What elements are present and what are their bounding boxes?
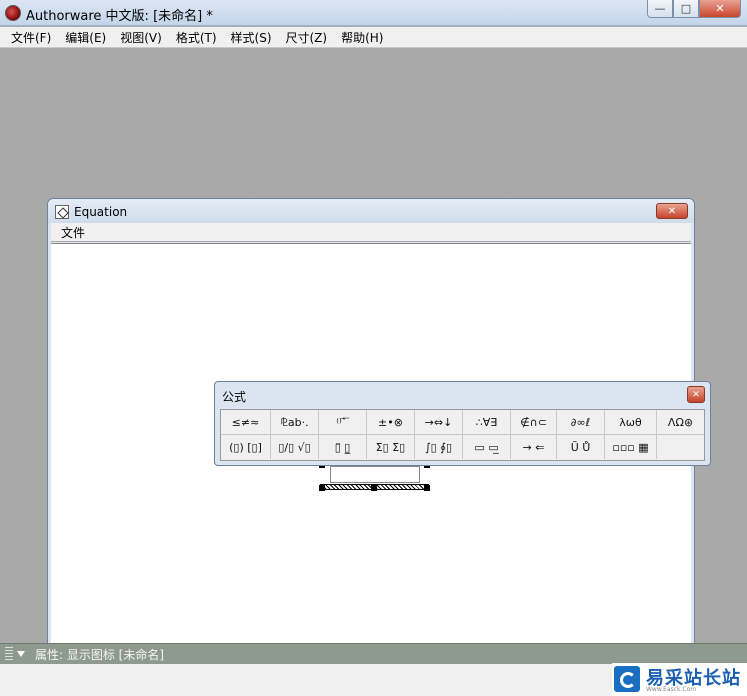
matrix-templates-button[interactable]: ▫▫▫ ▦ [605,435,657,459]
menu-style[interactable]: 样式(S) [224,29,279,46]
arrow-symbols-button[interactable]: →⇔↓ [415,410,463,434]
resize-handle[interactable] [424,485,430,491]
window-controls: — □ ✕ [647,0,741,18]
relational-symbols-button[interactable]: ≤≠≈ [221,410,271,434]
greek-uppercase-button[interactable]: ΛΩ⊛ [657,410,704,434]
equation-titlebar[interactable]: Equation ✕ [48,199,694,223]
properties-label: 属性: 显示图标 [未命名] [35,647,165,662]
embellishments-button[interactable]: ⁽⁾ ⃗ ⃛ [319,410,367,434]
formula-palette: 公式 ✕ ≤≠≈ ⅊ab·. ⁽⁾ ⃗ ⃛ ±•⊗ →⇔↓ ∴∀∃ ∉∩⊂ ∂∞… [214,381,711,466]
menu-help[interactable]: 帮助(H) [334,29,390,46]
watermark-subtext: Www.Easck.Com [646,686,697,693]
greek-lowercase-button[interactable]: λωθ [605,410,657,434]
palette-template-row: (▯) [▯] ▯/▯ √▯ ▯̈ ▯̲ Σ▯ Σ▯ ∫▯ ∮▯ ▭ ▭̲ → … [221,435,704,460]
menu-size[interactable]: 尺寸(Z) [279,29,335,46]
summation-templates-button[interactable]: Σ▯ Σ▯ [367,435,415,459]
resize-handle[interactable] [371,485,377,491]
operator-symbols-button[interactable]: ±•⊗ [367,410,415,434]
collapse-triangle-icon[interactable] [17,651,25,657]
site-watermark: 易采站长站 Www.Easck.Com [612,663,747,696]
close-button[interactable]: ✕ [699,0,741,18]
maximize-button[interactable]: □ [673,0,699,18]
integral-templates-button[interactable]: ∫▯ ∮▯ [415,435,463,459]
formula-slot[interactable] [330,466,420,483]
fraction-radical-templates-button[interactable]: ▯/▯ √▯ [271,435,319,459]
properties-panel-header[interactable]: 属性: 显示图标 [未命名] [0,643,747,664]
watermark-logo-icon [614,666,640,692]
drag-grip-icon[interactable] [5,647,13,661]
equation-app-icon [55,205,69,219]
products-set-templates-button[interactable]: Ũ Ů [557,435,605,459]
palette-title: 公式 [222,390,247,404]
authorware-app-icon [5,5,21,21]
equation-title: Equation [74,205,128,219]
set-theory-symbols-button[interactable]: ∉∩⊂ [511,410,557,434]
menu-edit[interactable]: 编辑(E) [58,29,113,46]
resize-handle[interactable] [319,485,325,491]
underbar-overbar-templates-button[interactable]: ▭ ▭̲ [463,435,511,459]
main-menubar: 文件(F) 编辑(E) 视图(V) 格式(T) 样式(S) 尺寸(Z) 帮助(H… [0,27,747,48]
menu-file[interactable]: 文件(F) [4,29,58,46]
equation-menu-file[interactable]: 文件 [61,224,85,241]
palette-symbol-row: ≤≠≈ ⅊ab·. ⁽⁾ ⃗ ⃛ ±•⊗ →⇔↓ ∴∀∃ ∉∩⊂ ∂∞ℓ λωθ… [221,410,704,435]
menu-format[interactable]: 格式(T) [169,29,224,46]
formula-editing-box[interactable] [319,462,430,491]
equation-close-button[interactable]: ✕ [656,203,688,219]
minimize-button[interactable]: — [647,0,673,18]
palette-empty-cell [657,435,704,459]
spaces-ellipses-button[interactable]: ⅊ab·. [271,410,319,434]
palette-close-button[interactable]: ✕ [687,386,705,403]
logical-symbols-button[interactable]: ∴∀∃ [463,410,511,434]
misc-symbols-button[interactable]: ∂∞ℓ [557,410,605,434]
palette-grid: ≤≠≈ ⅊ab·. ⁽⁾ ⃗ ⃛ ±•⊗ →⇔↓ ∴∀∃ ∉∩⊂ ∂∞ℓ λωθ… [220,409,705,461]
subscript-superscript-templates-button[interactable]: ▯̈ ▯̲ [319,435,367,459]
app-titlebar: Authorware 中文版: [未命名] * — □ ✕ [0,0,747,26]
app-title: Authorware 中文版: [未命名] * [26,9,213,24]
labeled-arrow-templates-button[interactable]: → ⇐ [511,435,557,459]
fence-templates-button[interactable]: (▯) [▯] [221,435,271,459]
equation-menubar: 文件 [51,223,691,242]
menu-view[interactable]: 视图(V) [113,29,169,46]
